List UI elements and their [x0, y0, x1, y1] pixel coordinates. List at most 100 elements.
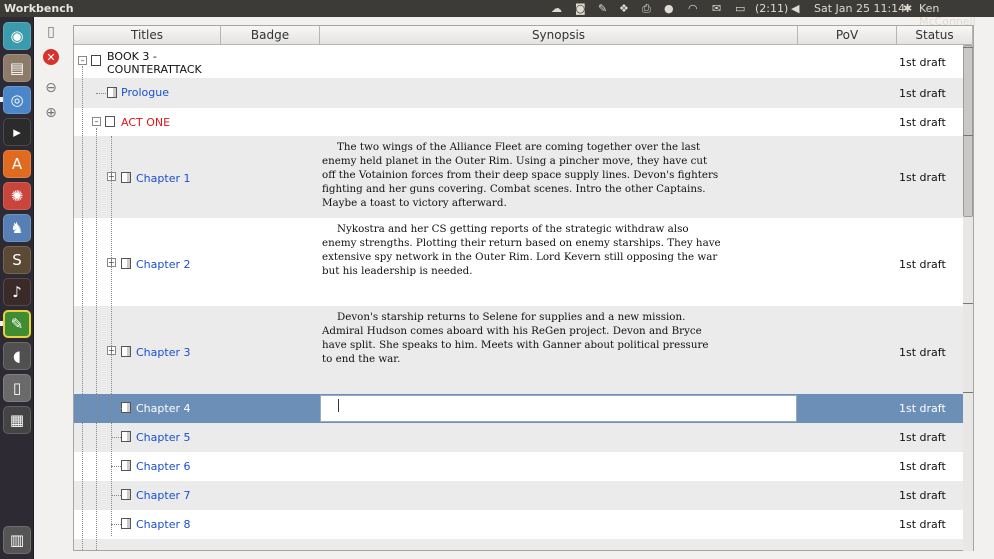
vertical-scrollbar[interactable]: [963, 45, 973, 551]
tree-row-partial: [74, 539, 964, 550]
column-header-pov[interactable]: PoV: [798, 26, 897, 45]
tree-row-book[interactable]: – BOOK 3 - COUNTERATTACK 1st draft ▼: [74, 46, 972, 78]
row-title: BOOK 3 -: [107, 50, 157, 63]
status-value[interactable]: 1st draft: [899, 402, 946, 415]
scrollbar-line: [963, 392, 973, 393]
zoom-in-icon[interactable]: ⊕: [41, 103, 61, 123]
document-icon: [121, 258, 131, 269]
tree-row-chapter-3[interactable]: + Chapter 3 Devon's starship returns to …: [74, 306, 972, 394]
row-title: Chapter 1: [136, 172, 191, 185]
gear-icon[interactable]: ✱: [903, 2, 912, 15]
collapse-toggle[interactable]: –: [92, 117, 101, 126]
chat-icon[interactable]: ●: [664, 2, 674, 15]
row-title: ACT ONE: [121, 116, 171, 129]
system-settings-icon[interactable]: ✺: [3, 182, 31, 210]
new-document-icon[interactable]: ▯: [41, 22, 61, 42]
tree-guide-line: [82, 66, 83, 550]
tree-row-chapter-2[interactable]: + Chapter 2 Nykostra and her CS getting …: [74, 218, 972, 306]
tree-row-chapter-8[interactable]: Chapter 8 1st draft ▼: [74, 510, 972, 539]
tree-row-chapter-1[interactable]: + Chapter 1 The two wings of the Allianc…: [74, 136, 972, 218]
outline-tree: Titles Badge Synopsis PoV Status – BOOK …: [73, 25, 974, 551]
synopsis-text[interactable]: Devon's starship returns to Selene for s…: [322, 310, 722, 366]
document-icon: [107, 87, 117, 98]
row-title: Chapter 7: [136, 489, 191, 502]
reader-icon[interactable]: ▯: [3, 374, 31, 402]
terminal-icon[interactable]: ▸: [3, 118, 31, 146]
tree-row-act-one[interactable]: – ACT ONE 1st draft ▼: [74, 108, 972, 136]
window-title: Workbench: [4, 2, 74, 15]
launcher: ◉ ▤ ◎ ▸ A ✺ ♞ S ♪ ✎ ◖ ▯ ▦ ▥: [0, 17, 34, 559]
wifi-icon[interactable]: ◠: [688, 2, 698, 15]
document-icon: [121, 346, 131, 357]
mouse-icon[interactable]: ◖: [3, 342, 31, 370]
tree-guide-line: [116, 408, 122, 409]
synopsis-edit-field[interactable]: [320, 395, 797, 422]
tree-guide-line: [111, 437, 121, 438]
mail-icon[interactable]: ✉: [712, 2, 721, 15]
status-value[interactable]: 1st draft: [899, 171, 946, 184]
tree-guide-line: [96, 93, 106, 94]
tree-guide-line: [111, 495, 121, 496]
row-title: Chapter 2: [136, 258, 191, 271]
camera-icon[interactable]: ◙: [575, 2, 586, 15]
zoom-out-icon[interactable]: ⊖: [41, 78, 61, 98]
document-icon: [121, 402, 131, 413]
synopsis-text[interactable]: Nykostra and her CS getting reports of t…: [322, 222, 722, 278]
scrollbar-line: [963, 303, 973, 304]
row-title-continued: COUNTERATTACK: [107, 63, 202, 76]
music-icon[interactable]: ♪: [3, 278, 31, 306]
column-header-titles[interactable]: Titles: [74, 26, 221, 45]
status-value[interactable]: 1st draft: [899, 258, 946, 271]
tree-guide-line: [111, 136, 112, 536]
status-value[interactable]: 1st draft: [899, 56, 946, 69]
scrivener-icon[interactable]: S: [3, 246, 31, 274]
document-icon: [121, 489, 131, 500]
scrollbar-thumb[interactable]: [963, 45, 973, 217]
row-title: Chapter 3: [136, 346, 191, 359]
dash-home-icon[interactable]: ◉: [3, 22, 31, 50]
dropbox-icon[interactable]: ❖: [619, 2, 629, 15]
bluefish-icon[interactable]: ♞: [3, 214, 31, 242]
tree-row-chapter-4[interactable]: Chapter 4 1st draft ▼: [74, 394, 973, 423]
collapse-toggle[interactable]: –: [78, 56, 87, 65]
printer-icon[interactable]: ⎙: [642, 2, 651, 15]
tree-row-prologue[interactable]: Prologue 1st draft ▼: [74, 78, 972, 108]
status-value[interactable]: 1st draft: [899, 87, 946, 100]
top-panel: Workbench ☁ ◙ ✎ ❖ ⎙ ● ◠ ✉ ▭ (2:11) ◀ Sat…: [0, 0, 994, 28]
status-value[interactable]: 1st draft: [899, 460, 946, 473]
evernote-icon[interactable]: ✎: [598, 2, 607, 15]
status-value[interactable]: 1st draft: [899, 346, 946, 359]
synopsis-text[interactable]: The two wings of the Alliance Fleet are …: [322, 140, 722, 210]
volume-icon[interactable]: ◀: [791, 2, 799, 15]
column-header-synopsis[interactable]: Synopsis: [320, 26, 798, 45]
status-value[interactable]: 1st draft: [899, 431, 946, 444]
battery-time[interactable]: (2:11): [755, 2, 788, 15]
trash-icon[interactable]: ▥: [3, 526, 31, 554]
status-value[interactable]: 1st draft: [899, 489, 946, 502]
document-icon: [121, 518, 131, 529]
workspace-switcher-icon[interactable]: ▦: [3, 406, 31, 434]
column-header-badge[interactable]: Badge: [221, 26, 320, 45]
scrollbar-line: [963, 135, 973, 136]
workbench-icon[interactable]: ✎: [3, 310, 31, 338]
files-icon[interactable]: ▤: [3, 54, 31, 82]
battery-icon[interactable]: ▭: [735, 2, 745, 15]
document-icon: [121, 172, 131, 183]
tree-row-chapter-6[interactable]: Chapter 6 1st draft ▼: [74, 452, 972, 481]
status-value[interactable]: 1st draft: [899, 116, 946, 129]
column-header-status[interactable]: Status: [897, 26, 973, 45]
book-icon: [91, 55, 101, 66]
tree-row-chapter-5[interactable]: Chapter 5 1st draft ▼: [74, 423, 972, 452]
cloud-sync-icon[interactable]: ☁: [551, 2, 562, 15]
close-icon[interactable]: ✕: [43, 49, 59, 65]
row-title: Chapter 6: [136, 460, 191, 473]
row-title: Chapter 8: [136, 518, 191, 531]
tree-row-chapter-7[interactable]: Chapter 7 1st draft ▼: [74, 481, 972, 510]
software-center-icon[interactable]: A: [3, 150, 31, 178]
document-icon: [121, 460, 131, 471]
chromium-icon[interactable]: ◎: [3, 86, 31, 114]
tree-guide-line: [96, 128, 97, 550]
folder-icon: [105, 116, 115, 127]
status-value[interactable]: 1st draft: [899, 518, 946, 531]
clock[interactable]: Sat Jan 25 11:14: [814, 2, 905, 15]
